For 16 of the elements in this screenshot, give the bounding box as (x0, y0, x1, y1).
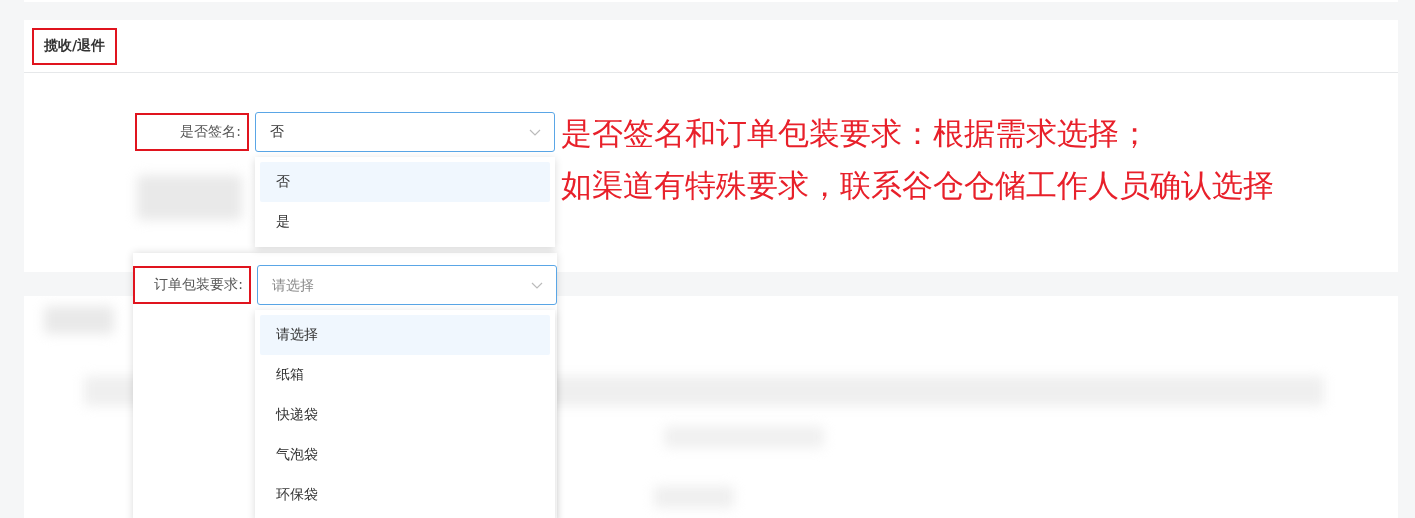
section-title: 揽收/退件 (32, 27, 118, 65)
dropdown-option[interactable]: 否 (260, 162, 550, 202)
annotation-text: 如渠道有特殊要求，联系谷仓仓储工作人员确认选择 (561, 166, 1274, 204)
dropdown-option[interactable]: 是 (260, 202, 550, 242)
dropdown-option[interactable]: 纸箱 (260, 355, 550, 395)
field-label: 是否签名: (135, 113, 249, 151)
dropdown-option[interactable]: 气泡袋 (260, 435, 550, 475)
dropdown-option[interactable]: 环保袋 (260, 475, 550, 515)
dropdown-option[interactable]: 快递袋 (260, 395, 550, 435)
field-label: 订单包装要求: (133, 266, 251, 304)
annotation-text: 是否签名和订单包装要求：根据需求选择； (561, 114, 1151, 152)
dropdown-option[interactable]: 请选择 (260, 315, 550, 355)
select-field[interactable]: 请选择 (257, 265, 557, 305)
select-field[interactable]: 否 (255, 112, 555, 152)
chevron-down-icon (531, 282, 543, 289)
chevron-down-icon (529, 129, 541, 136)
